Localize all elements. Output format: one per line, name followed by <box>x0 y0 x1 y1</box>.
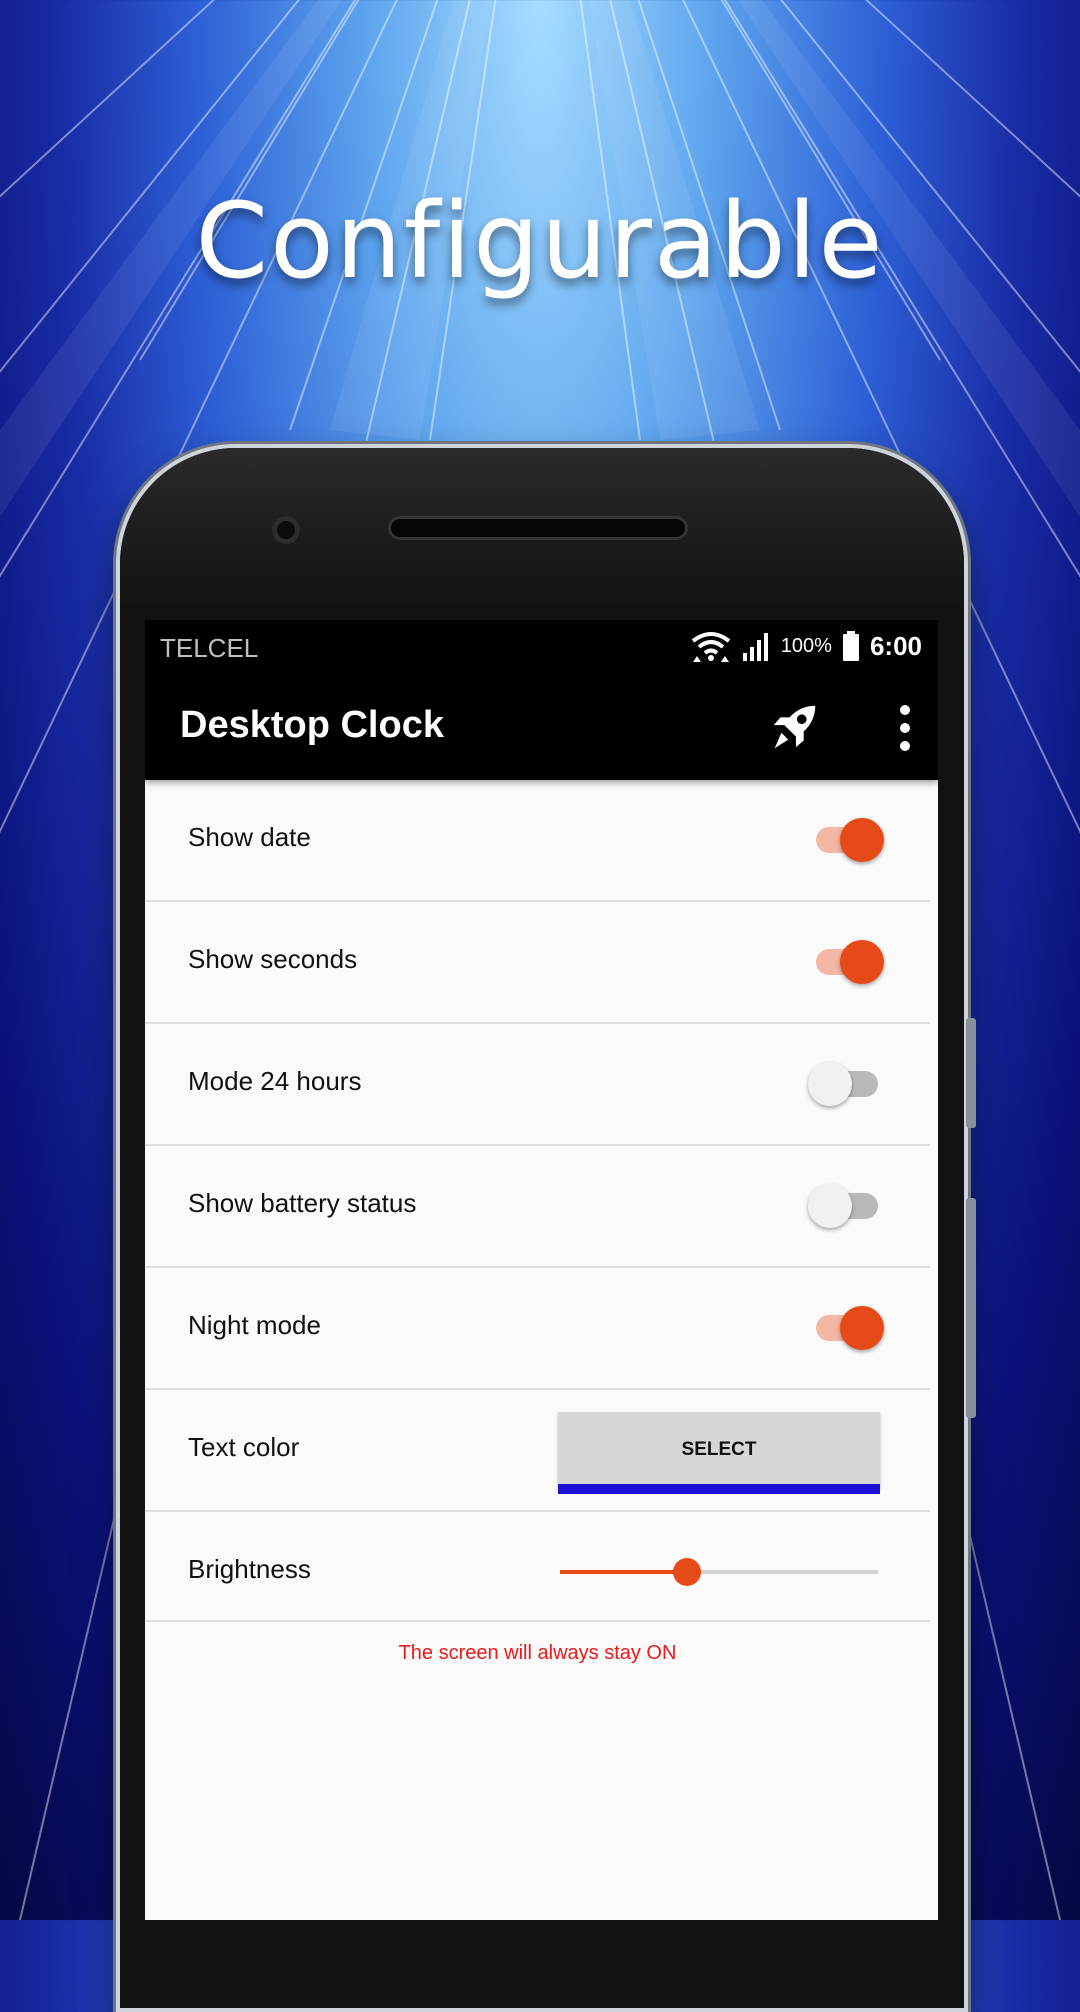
setting-label: Text color <box>188 1432 300 1462</box>
camera-icon <box>272 516 300 544</box>
phone-screen: TELCEL 100% 6:00 Desktop Clock Show date… <box>145 620 938 1920</box>
setting-label: Mode 24 hours <box>188 1066 362 1096</box>
setting-text-color: Text color SELECT <box>145 1390 930 1512</box>
volume-button <box>966 1018 976 1128</box>
slider-fill <box>560 1570 688 1574</box>
status-time: 6:00 <box>869 630 922 661</box>
setting-label: Show battery status <box>188 1188 417 1218</box>
headline: Configurable <box>195 180 885 302</box>
carrier-name: TELCEL <box>160 633 259 663</box>
setting-brightness: Brightness <box>145 1512 930 1622</box>
battery-percent: 100% <box>780 634 832 657</box>
phone-bezel-top <box>120 448 964 618</box>
setting-label: Show date <box>188 822 311 852</box>
slider-thumb[interactable] <box>673 1558 702 1586</box>
screen-on-note: The screen will always stay ON <box>398 1642 677 1664</box>
power-button <box>966 1198 976 1418</box>
status-bar: TELCEL 100% 6:00 <box>145 620 938 676</box>
brightness-slider[interactable] <box>560 1558 878 1586</box>
setting-show-battery-status[interactable]: Show battery status <box>145 1146 930 1268</box>
setting-label: Brightness <box>188 1554 311 1584</box>
setting-show-date[interactable]: Show date <box>145 780 930 902</box>
setting-label: Show seconds <box>188 944 358 974</box>
show-date-switch[interactable] <box>808 810 888 870</box>
setting-label: Night mode <box>188 1310 321 1340</box>
app-toolbar: Desktop Clock <box>145 676 938 780</box>
more-vert-icon[interactable] <box>885 702 925 754</box>
speaker-grille <box>388 516 688 540</box>
text-color-swatch <box>558 1484 880 1494</box>
signal-icon <box>742 633 768 661</box>
battery-icon <box>842 631 859 661</box>
night-mode-switch[interactable] <box>808 1298 888 1358</box>
select-color-button[interactable]: SELECT <box>558 1412 880 1488</box>
setting-show-seconds[interactable]: Show seconds <box>145 902 930 1024</box>
settings-list: Show date Show seconds Mode 24 hours Sho… <box>145 780 938 1664</box>
app-title: Desktop Clock <box>180 704 444 746</box>
mode-24-hours-switch[interactable] <box>808 1054 888 1114</box>
show-seconds-switch[interactable] <box>808 932 888 992</box>
setting-mode-24-hours[interactable]: Mode 24 hours <box>145 1024 930 1146</box>
wifi-icon <box>691 632 731 662</box>
rocket-icon[interactable] <box>765 698 823 756</box>
show-battery-status-switch[interactable] <box>808 1176 888 1236</box>
setting-night-mode[interactable]: Night mode <box>145 1268 930 1390</box>
